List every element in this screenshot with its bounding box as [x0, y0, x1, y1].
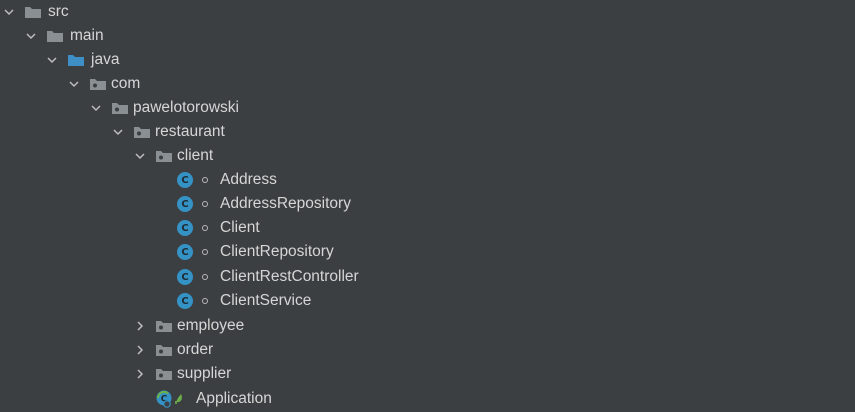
package-icon — [155, 342, 173, 358]
tree-node-client[interactable]: client — [0, 144, 855, 168]
tree-label-employee: employee — [177, 317, 245, 334]
chevron-down-icon[interactable] — [111, 125, 125, 139]
chevron-down-icon[interactable] — [67, 77, 81, 91]
class-icon: C — [177, 172, 193, 188]
class-icon: C — [177, 220, 193, 236]
visibility-icon — [202, 298, 208, 304]
tree-label-com: com — [111, 75, 141, 92]
tree-node-class[interactable]: C ClientService — [0, 289, 855, 313]
chevron-right-icon[interactable] — [133, 319, 147, 333]
package-icon — [155, 148, 173, 164]
tree-label-main: main — [70, 27, 104, 44]
tree-label-restaurant: restaurant — [155, 123, 225, 140]
tree-label-java: java — [91, 51, 120, 68]
tree-node-com[interactable]: com — [0, 72, 855, 96]
tree-label-application: Application — [196, 390, 272, 407]
package-icon — [155, 366, 173, 382]
tree-label-pawelotorowski: pawelotorowski — [133, 99, 239, 116]
visibility-icon — [202, 177, 208, 183]
tree-label-class: ClientRestController — [220, 268, 359, 285]
tree-label-supplier: supplier — [177, 365, 232, 382]
package-icon — [89, 76, 107, 92]
tree-node-class[interactable]: C ClientRestController — [0, 265, 855, 289]
tree-node-application[interactable]: C Application — [0, 387, 855, 411]
tree-label-class: AddressRepository — [220, 195, 351, 212]
tree-node-pawelotorowski[interactable]: pawelotorowski — [0, 96, 855, 120]
tree-node-java[interactable]: java — [0, 48, 855, 72]
tree-label-src: src — [48, 3, 69, 20]
tree-node-class[interactable]: C Client — [0, 216, 855, 240]
tree-node-main[interactable]: main — [0, 24, 855, 48]
chevron-right-icon[interactable] — [133, 367, 147, 381]
visibility-icon — [202, 225, 208, 231]
tree-label-class: ClientService — [220, 292, 312, 309]
chevron-down-icon[interactable] — [89, 101, 103, 115]
class-icon: C — [177, 269, 193, 285]
tree-node-employee[interactable]: employee — [0, 314, 855, 338]
package-icon — [155, 318, 173, 334]
project-tree: src main java com pawelotorowski restaur… — [0, 0, 855, 412]
visibility-icon — [202, 201, 208, 207]
tree-node-src[interactable]: src — [0, 0, 855, 24]
chevron-down-icon[interactable] — [133, 149, 147, 163]
source-folder-icon — [67, 52, 85, 68]
tree-node-class[interactable]: C ClientRepository — [0, 240, 855, 264]
class-icon: C — [177, 244, 193, 260]
tree-label-class: Address — [220, 171, 277, 188]
tree-node-supplier[interactable]: supplier — [0, 362, 855, 386]
tree-node-order[interactable]: order — [0, 338, 855, 362]
chevron-down-icon[interactable] — [45, 53, 59, 67]
chevron-down-icon[interactable] — [2, 5, 16, 19]
tree-node-class[interactable]: C AddressRepository — [0, 192, 855, 216]
spring-boot-class-icon: C — [155, 390, 191, 408]
chevron-right-icon[interactable] — [133, 343, 147, 357]
package-icon — [133, 124, 151, 140]
tree-label-class: ClientRepository — [220, 243, 334, 260]
folder-icon — [24, 4, 42, 20]
chevron-down-icon[interactable] — [24, 29, 38, 43]
tree-label-class: Client — [220, 219, 260, 236]
tree-node-class[interactable]: C Address — [0, 168, 855, 192]
tree-label-order: order — [177, 341, 214, 358]
tree-label-client: client — [177, 147, 214, 164]
visibility-icon — [202, 249, 208, 255]
class-icon: C — [177, 196, 193, 212]
package-icon — [111, 100, 129, 116]
visibility-icon — [202, 274, 208, 280]
tree-node-restaurant[interactable]: restaurant — [0, 120, 855, 144]
folder-icon — [46, 28, 64, 44]
class-icon: C — [177, 293, 193, 309]
